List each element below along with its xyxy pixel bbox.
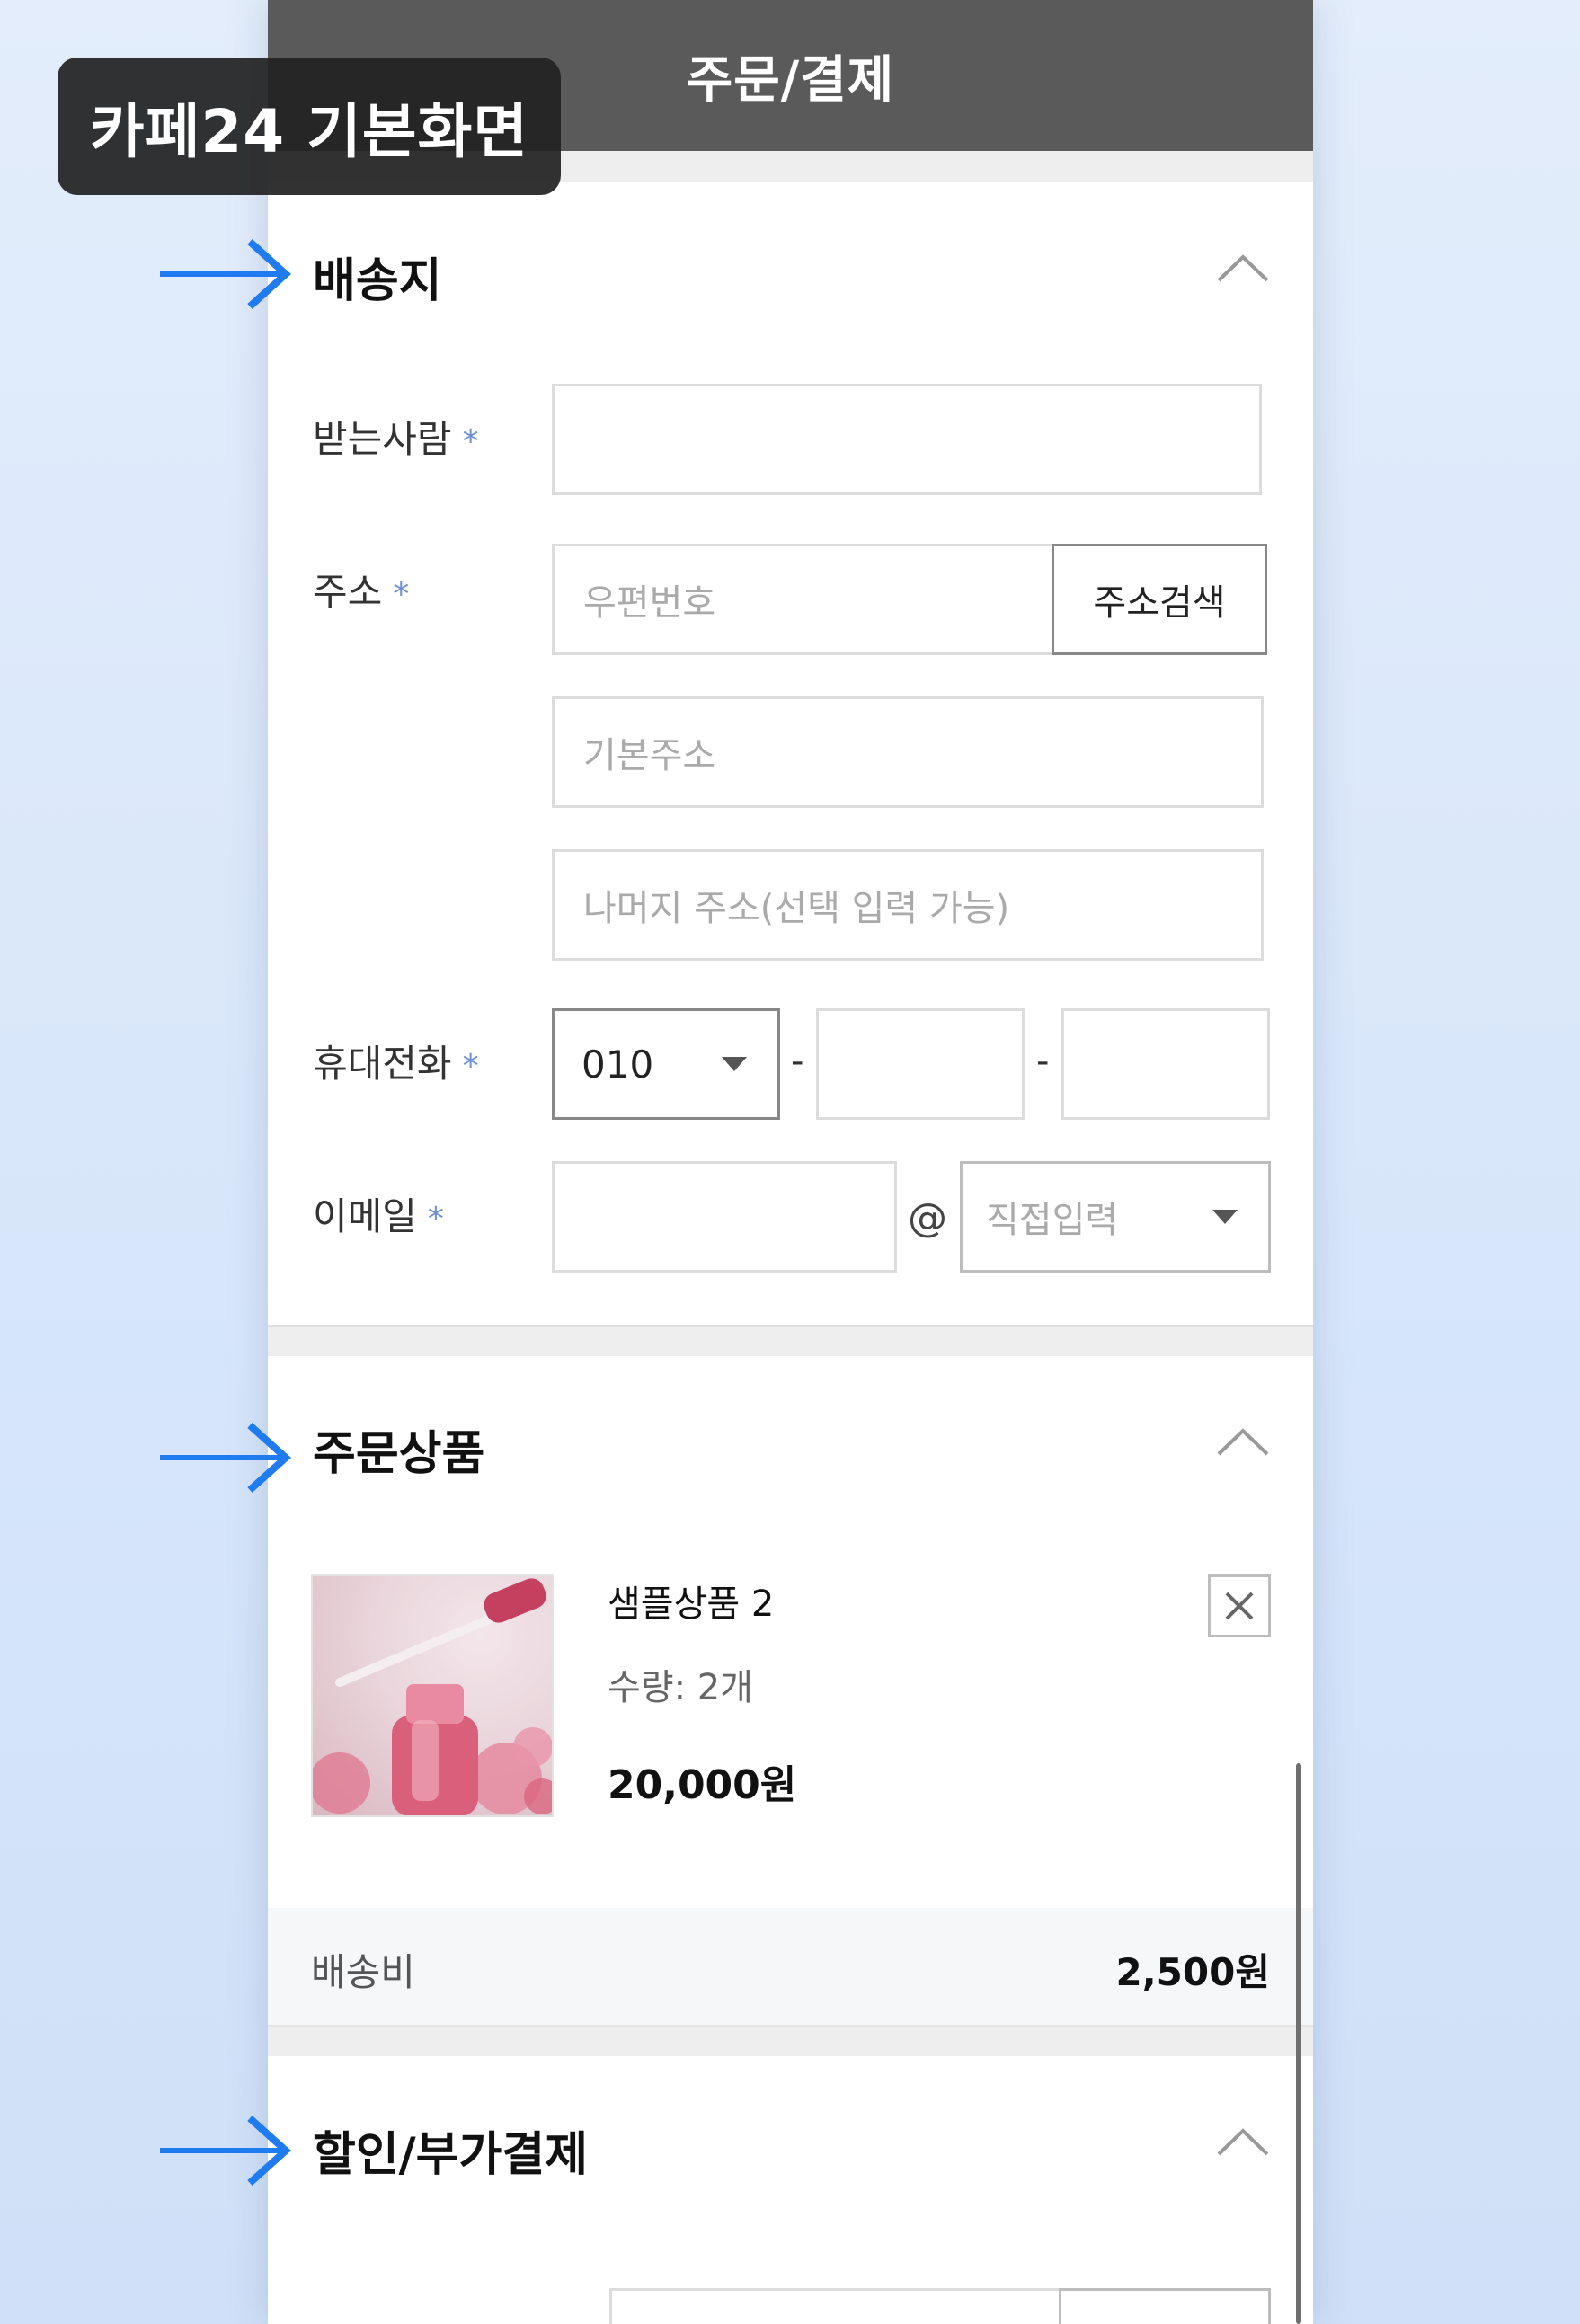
address-search-button[interactable]: 주소검색 [1052,544,1267,655]
receiver-input[interactable] [552,384,1262,495]
section-title-discount: 할인/부가결제 [313,2128,589,2182]
shipping-fee-row: 배송비 2,500원 [268,1908,1313,2027]
address-search-button-label: 주소검색 [1093,582,1226,624]
serum-bottle-image [313,1578,552,1815]
base-address-placeholder: 기본주소 [583,735,716,776]
required-mark: * [462,423,479,460]
base-address-input[interactable]: 기본주소 [552,696,1264,808]
chevron-up-icon[interactable] [1216,2124,1270,2160]
postcode-placeholder: 우편번호 [583,582,716,624]
email-domain-placeholder: 직접입력 [986,1200,1119,1241]
product-name: 샘플상품 2 [608,1583,775,1625]
arrow-right-icon [160,239,291,309]
product-price: 20,000원 [608,1762,797,1808]
arrow-right-icon [160,1423,291,1493]
phone-label-text: 휴대전화 [313,1042,452,1086]
cafe24-default-screen-badge: 카페24 기본화면 [58,58,561,195]
email-label-text: 이메일 [313,1194,417,1238]
phone-middle-input[interactable] [816,1008,1025,1120]
required-mark: * [462,1048,479,1085]
email-label: 이메일 * [313,1186,444,1241]
product-thumbnail[interactable] [311,1574,554,1817]
scrollbar[interactable] [1296,1763,1301,2324]
product-quantity: 수량: 2개 [608,1667,754,1708]
detail-address-input[interactable]: 나머지 주소(선택 입력 가능) [552,849,1264,961]
mobile-screen: 주문/결제 배송지 받는사람 * 주소 * 우편번호 주소검색 기본주소 나머지 주… [268,0,1313,2324]
page-title: 주문/결제 [686,50,895,110]
shipping-fee-label: 배송비 [311,1950,415,1994]
close-icon [1225,1592,1254,1620]
phone-separator: - [1036,1041,1050,1082]
dropdown-caret-icon [1212,1210,1238,1224]
arrow-right-icon [160,2116,291,2186]
address-label: 주소 * [313,562,409,616]
remove-product-button[interactable] [1208,1574,1271,1637]
discount-apply-button[interactable] [1059,2288,1271,2324]
section-divider [268,1325,1313,1356]
receiver-label-text: 받는사람 [313,417,452,461]
phone-prefix-select[interactable]: 010 [552,1008,780,1120]
badge-text: 카페24 기본화면 [89,96,529,166]
email-at-sign: @ [908,1195,947,1241]
section-divider [268,2027,1313,2056]
section-title-shipping: 배송지 [313,254,442,308]
dropdown-caret-icon [722,1057,747,1071]
shipping-fee-value: 2,500원 [1115,1950,1271,1994]
address-label-text: 주소 [313,570,383,614]
chevron-up-icon[interactable] [1216,250,1270,286]
phone-last-input[interactable] [1061,1008,1270,1120]
postcode-input[interactable]: 우편번호 [552,544,1055,655]
chevron-up-icon[interactable] [1216,1424,1270,1459]
email-id-input[interactable] [552,1161,897,1273]
phone-label: 휴대전화 * [313,1033,479,1088]
receiver-label: 받는사람 * [313,409,479,464]
required-mark: * [427,1201,444,1237]
section-title-order-items: 주문상품 [313,1427,485,1481]
discount-input[interactable] [609,2288,1062,2324]
phone-prefix-value: 010 [581,1042,654,1087]
email-domain-select[interactable]: 직접입력 [960,1161,1271,1273]
required-mark: * [393,576,410,613]
detail-address-placeholder: 나머지 주소(선택 입력 가능) [583,888,1010,929]
phone-separator: - [791,1041,804,1082]
